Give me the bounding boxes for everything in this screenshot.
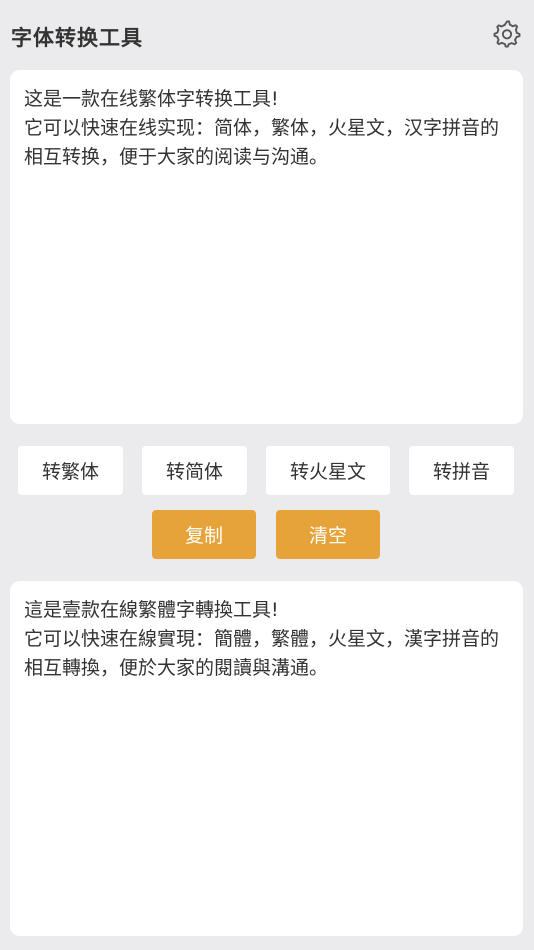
input-textarea[interactable]: 这是一款在线繁体字转换工具! 它可以快速在线实现：简体，繁体，火星文，汉字拼音的… (24, 85, 509, 409)
convert-traditional-button[interactable]: 转繁体 (18, 446, 123, 495)
convert-martian-button[interactable]: 转火星文 (266, 446, 390, 495)
gear-icon (493, 20, 521, 48)
output-panel: 這是壹款在線繁體字轉換工具! 它可以快速在線實現：簡體，繁體，火星文，漢字拼音的… (10, 581, 523, 936)
output-text: 這是壹款在線繁體字轉換工具! 它可以快速在線實現：簡體，繁體，火星文，漢字拼音的… (24, 599, 500, 679)
clear-button[interactable]: 清空 (276, 510, 380, 559)
settings-button[interactable] (490, 17, 524, 51)
app-header: 字体转换工具 (0, 0, 534, 70)
convert-pinyin-button[interactable]: 转拼音 (409, 446, 514, 495)
copy-button[interactable]: 复制 (152, 510, 256, 559)
input-panel: 这是一款在线繁体字转换工具! 它可以快速在线实现：简体，繁体，火星文，汉字拼音的… (10, 70, 523, 424)
convert-simplified-button[interactable]: 转简体 (142, 446, 247, 495)
app-title: 字体转换工具 (11, 26, 143, 50)
